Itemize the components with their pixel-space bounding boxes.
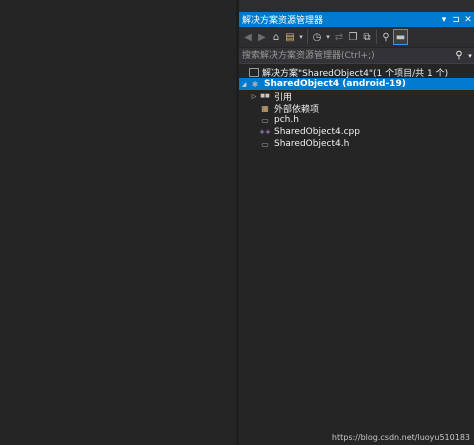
preview-selected-items-icon[interactable]: ▬ xyxy=(393,29,408,45)
external-dependencies-icon: ▦ xyxy=(261,103,269,113)
cpp-file-icon: ++ xyxy=(259,128,271,136)
expanded-arrow-icon[interactable]: ◢ xyxy=(239,81,249,88)
switch-views-icon[interactable]: ▤ xyxy=(283,29,297,45)
tree-item-file[interactable]: ++ SharedObject4.cpp xyxy=(239,126,474,138)
search-box: ⚲ ▾ xyxy=(239,48,474,64)
search-input[interactable] xyxy=(239,48,452,63)
header-file-icon: ▭ xyxy=(261,139,269,149)
collapsed-arrow-icon[interactable]: ▷ xyxy=(249,93,259,100)
collapse-all-icon[interactable]: ❐ xyxy=(346,29,360,45)
editor-area xyxy=(0,0,236,445)
toolbar-separator xyxy=(376,30,377,44)
properties-wrench-icon[interactable]: ⚲ xyxy=(379,29,393,45)
toolbar-separator xyxy=(307,30,308,44)
tab-strip xyxy=(239,0,474,12)
solution-icon xyxy=(249,67,259,77)
tree-item-label: SharedObject4.cpp xyxy=(274,127,360,137)
close-icon[interactable]: ✕ xyxy=(462,12,474,27)
panel-titlebar[interactable]: 解决方案资源管理器 ▾ ⊐ ✕ xyxy=(239,12,474,27)
solution-tree: 解决方案"SharedObject4"(1 个项目/共 1 个) ◢ ✱ Sha… xyxy=(239,66,474,150)
project-label: SharedObject4 (android-19) xyxy=(264,79,406,89)
header-file-icon: ▭ xyxy=(261,115,269,125)
watermark: https://blog.csdn.net/luoyu510183 xyxy=(331,433,470,442)
tree-item-label: pch.h xyxy=(274,115,299,125)
tree-item-external-dependencies[interactable]: ▦ 外部依赖项 xyxy=(239,102,474,115)
android-project-icon: ✱ xyxy=(251,79,259,89)
chevron-down-icon[interactable]: ▾ xyxy=(297,29,305,45)
pending-changes-icon[interactable]: ◷ xyxy=(310,29,324,45)
tree-item-solution[interactable]: 解决方案"SharedObject4"(1 个项目/共 1 个) xyxy=(239,66,474,79)
panel-toolbar: ◀ ▶ ⌂ ▤ ▾ ◷ ▾ ⇄ ❐ ⧉ ⚲ ▬ xyxy=(239,27,474,47)
tree-item-label: 外部依赖项 xyxy=(274,104,320,115)
chevron-down-icon[interactable]: ▾ xyxy=(466,52,474,60)
sync-icon[interactable]: ⇄ xyxy=(332,29,346,45)
tree-item-file[interactable]: ▭ pch.h xyxy=(239,114,474,126)
tree-item-label: SharedObject4.h xyxy=(274,139,350,149)
home-icon[interactable]: ⌂ xyxy=(269,29,283,45)
solution-label: 解决方案"SharedObject4"(1 个项目/共 1 个) xyxy=(262,68,449,79)
tree-item-references[interactable]: ▷ ■■ 引用 xyxy=(239,90,474,103)
forward-icon[interactable]: ▶ xyxy=(255,29,269,45)
window-position-icon[interactable]: ▾ xyxy=(438,12,450,27)
panel-title: 解决方案资源管理器 xyxy=(242,16,324,26)
references-icon: ■■ xyxy=(260,93,270,99)
search-icon[interactable]: ⚲ xyxy=(452,50,466,61)
chevron-down-icon[interactable]: ▾ xyxy=(324,29,332,45)
show-all-files-icon[interactable]: ⧉ xyxy=(360,29,374,45)
back-icon[interactable]: ◀ xyxy=(241,29,255,45)
tree-item-file[interactable]: ▭ SharedObject4.h xyxy=(239,138,474,150)
auto-hide-icon[interactable]: ⊐ xyxy=(450,12,462,27)
solution-explorer-panel: 解决方案资源管理器 ▾ ⊐ ✕ ◀ ▶ ⌂ ▤ ▾ ◷ ▾ ⇄ ❐ ⧉ ⚲ ▬ … xyxy=(239,12,474,445)
tree-item-project[interactable]: ◢ ✱ SharedObject4 (android-19) xyxy=(239,78,474,90)
